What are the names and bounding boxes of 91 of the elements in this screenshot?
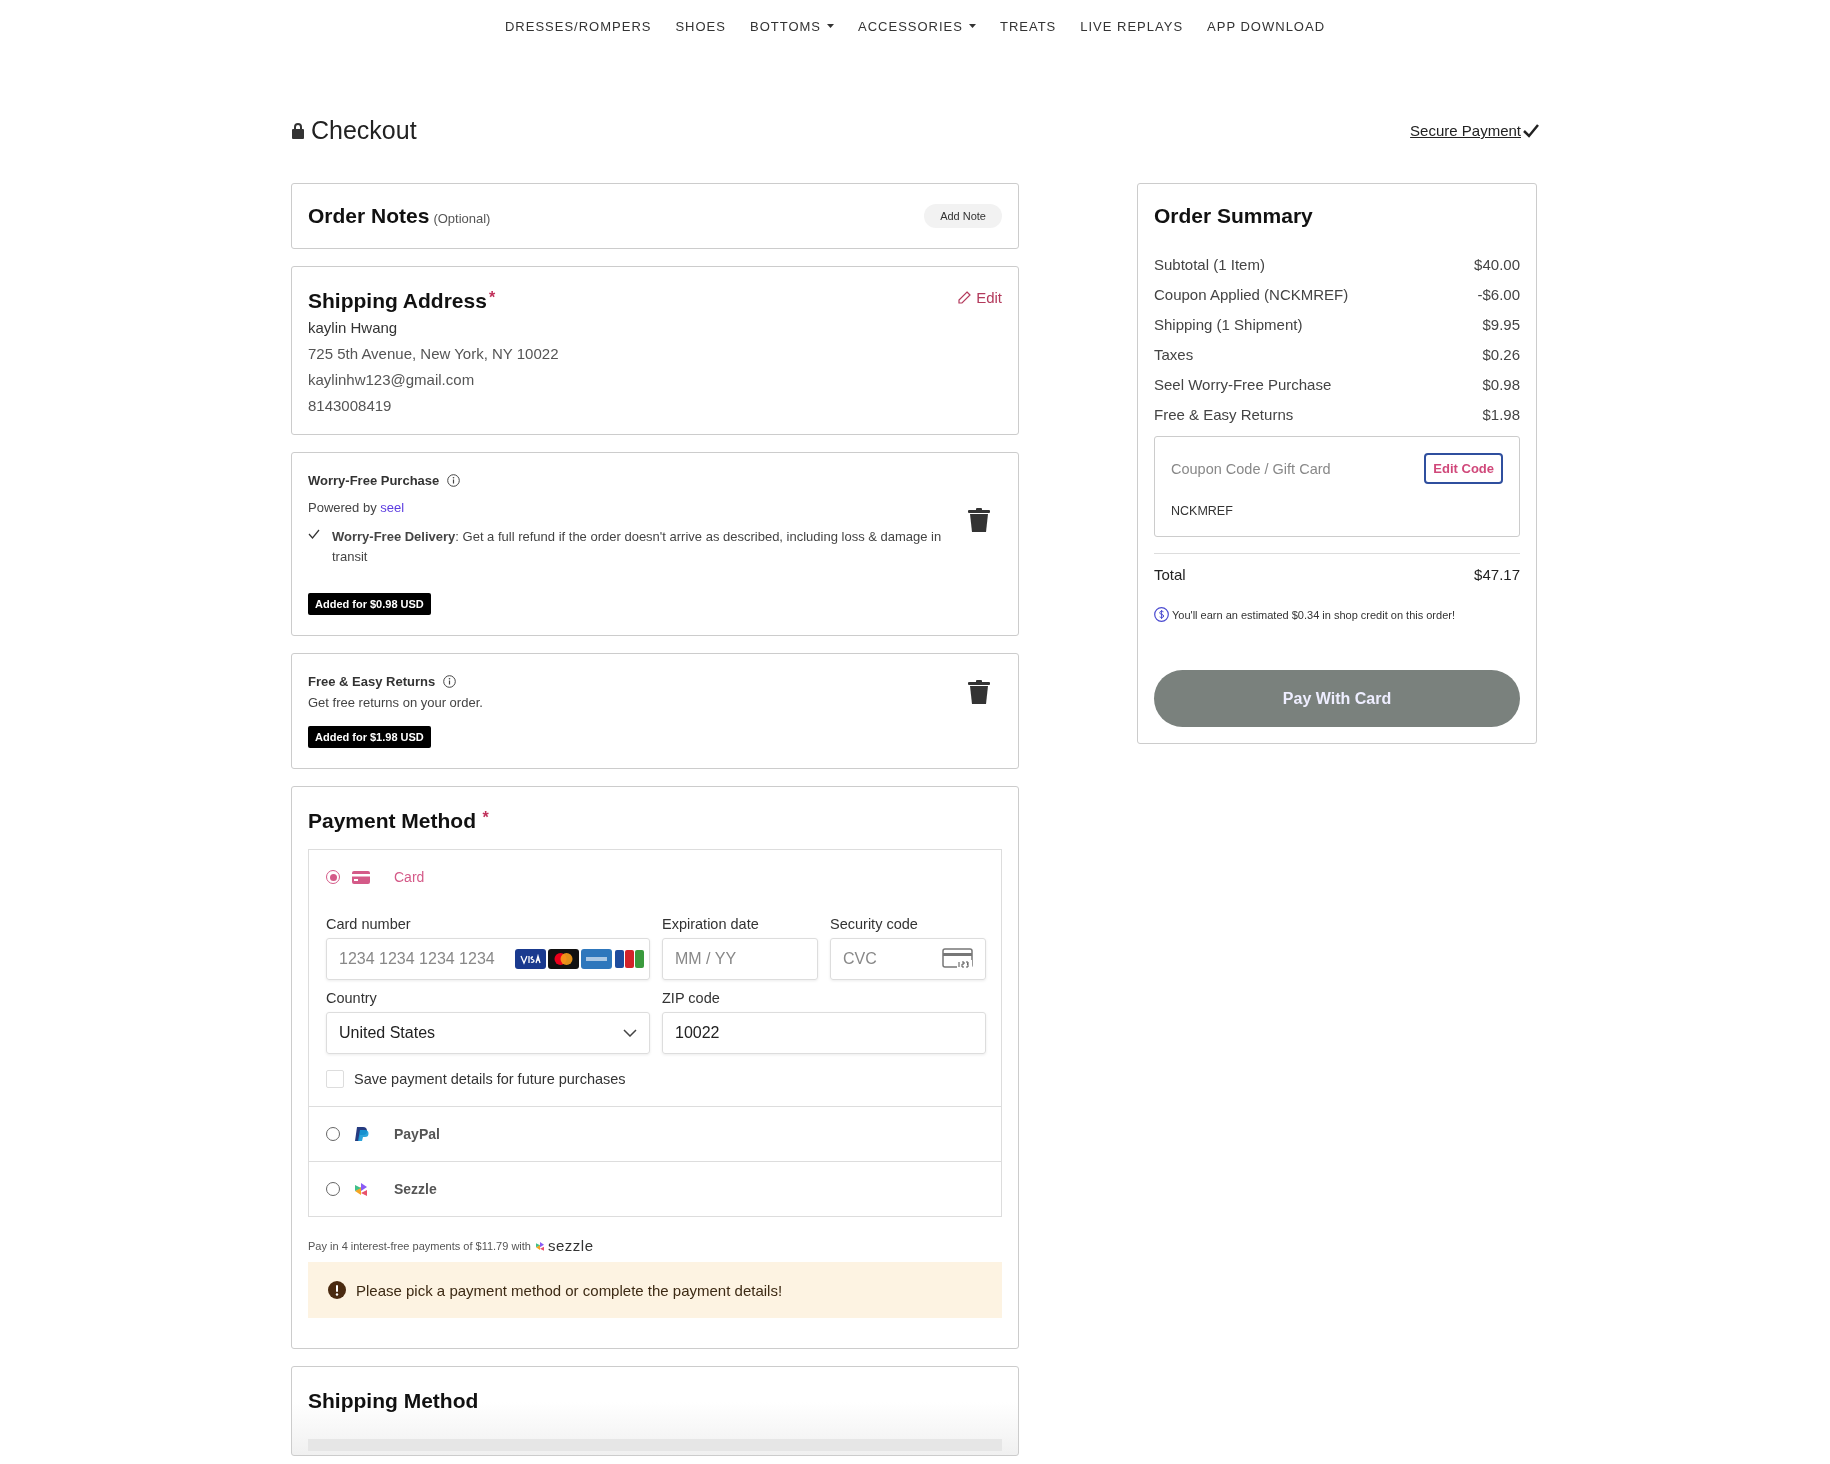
summary-amount: -$6.00: [1477, 286, 1520, 303]
field-label: Country: [326, 990, 378, 1006]
required-mark: *: [481, 809, 489, 826]
country-select[interactable]: United States: [326, 1012, 650, 1054]
nav-link[interactable]: APP DOWNLOAD: [1207, 12, 1326, 40]
nav-link[interactable]: SHOES: [675, 12, 726, 40]
payment-option-label[interactable]: Sezzle: [394, 1181, 437, 1197]
card-number-field[interactable]: 1234 1234 1234 1234: [326, 938, 650, 980]
field-label: Security code: [830, 916, 919, 932]
seel-link[interactable]: seel: [380, 500, 405, 515]
card-logo-icon: [515, 949, 546, 969]
summary-label: Subtotal (1 Item): [1154, 256, 1265, 273]
expiry-field[interactable]: MM / YY: [663, 939, 817, 979]
nav-link[interactable]: TREATS: [999, 12, 1057, 40]
caret-icon: [968, 24, 976, 28]
payment-option-label[interactable]: PayPal: [394, 1126, 440, 1142]
coupon-code-field[interactable]: Coupon Code / Gift Card: [1171, 460, 1391, 477]
field-label: Expiration date: [662, 916, 760, 932]
security-code-field[interactable]: CVC: [830, 938, 986, 980]
summary-amount: $0.98: [1482, 376, 1520, 393]
sezzle-logo-icon: [534, 1239, 546, 1252]
card-logo-icon: [548, 949, 579, 969]
nav-link[interactable]: ACCESSORIES: [858, 12, 976, 40]
summary-label: Taxes: [1154, 346, 1194, 363]
total-label: Total: [1154, 566, 1186, 583]
info-icon: [447, 474, 461, 487]
pencil-icon: [958, 291, 972, 304]
secure-payment-link[interactable]: Secure Payment: [1410, 122, 1539, 139]
alert-message: Please pick a payment method or complete the payment details!: [356, 1281, 783, 1299]
edit-code-button[interactable]: Edit Code: [1424, 453, 1503, 484]
card-logo-icon: [614, 949, 645, 969]
added-price-badge: Added for $1.98 USD: [308, 726, 431, 748]
info-icon: [443, 675, 457, 688]
applied-coupon-code: NCKMREF: [1171, 504, 1234, 518]
section-title: Order Summary: [1154, 204, 1314, 228]
total-amount: $47.17: [1474, 566, 1520, 583]
address-line: kaylin Hwang: [308, 319, 399, 336]
address-line: 8143008419: [308, 397, 393, 414]
summary-label: Coupon Applied (NCKMREF): [1154, 286, 1349, 303]
security-code-input[interactable]: CVC: [843, 950, 942, 968]
summary-label: Seel Worry-Free Purchase: [1154, 376, 1332, 393]
shop-credit-note: You'll earn an estimated $0.34 in shop credit on this order!: [1172, 608, 1455, 621]
protection-title: Worry-Free Purchase: [308, 473, 440, 488]
required-mark: *: [488, 289, 496, 306]
section-title: Payment Method *: [308, 809, 490, 833]
card-back-icon: [942, 948, 973, 970]
summary-amount: $9.95: [1482, 316, 1520, 333]
paypal-logo-icon: [352, 1126, 370, 1142]
sezzle-wordmark: sezzle: [534, 1237, 594, 1254]
trash-icon[interactable]: [968, 680, 990, 704]
dollar-coin-icon: [1154, 607, 1169, 622]
sezzle-logo-icon: [352, 1181, 370, 1197]
payment-option-label[interactable]: Card: [394, 869, 425, 885]
zip-code-field[interactable]: 10022: [663, 1013, 985, 1053]
card-logo-icon: [581, 949, 612, 969]
installments-text: Pay in 4 interest-free payments of $11.79 with: [308, 1239, 531, 1252]
nav-link[interactable]: DRESSES/ROMPERS: [504, 12, 652, 40]
summary-amount: $40.00: [1474, 256, 1520, 273]
section-title: Shipping Address*: [308, 289, 496, 313]
caret-icon: [827, 24, 834, 28]
card-number-input[interactable]: 1234 1234 1234 1234: [339, 950, 513, 968]
field-label: ZIP code: [662, 990, 721, 1006]
checkmark-icon: [1523, 123, 1539, 138]
summary-label: Free & Easy Returns: [1154, 406, 1294, 423]
section-title: Shipping Method: [308, 1389, 480, 1413]
summary-label: Shipping (1 Shipment): [1154, 316, 1303, 333]
chevron-down-icon: [623, 1029, 637, 1037]
trash-icon[interactable]: [968, 508, 990, 532]
page-title: Checkout: [311, 116, 417, 145]
nav-link[interactable]: BOTTOMS: [749, 12, 834, 40]
protection-description: Get free returns on your order.: [308, 695, 484, 710]
nav-link[interactable]: LIVE REPLAYS: [1080, 12, 1184, 40]
protection-title: Free & Easy Returns: [308, 674, 436, 689]
add-note-button[interactable]: Add Note: [924, 204, 1002, 228]
optional-hint: (Optional): [433, 211, 491, 226]
field-label: Card number: [326, 916, 412, 932]
summary-amount: $1.98: [1482, 406, 1520, 423]
lock-icon: [291, 122, 305, 139]
checkbox[interactable]: [326, 1070, 344, 1088]
added-price-badge: Added for $0.98 USD: [308, 593, 431, 615]
address-line: kaylinhw123@gmail.com: [308, 371, 476, 388]
edit-link[interactable]: Edit: [958, 289, 1002, 306]
section-title: Order Notes: [308, 204, 430, 228]
checkbox-label[interactable]: Save payment details for future purchases: [354, 1071, 626, 1087]
summary-amount: $0.26: [1482, 346, 1520, 363]
warning-icon: [328, 1281, 346, 1299]
credit-card-icon: [352, 869, 370, 885]
checkmark-icon: [308, 529, 320, 539]
address-line: 725 5th Avenue, New York, NY 10022: [308, 345, 560, 362]
powered-by-text: Powered by seel: [308, 500, 406, 515]
feature-description: Worry-Free Delivery: Get a full refund if the order doesn't arrive as described, including loss & damage in transit: [332, 528, 943, 566]
